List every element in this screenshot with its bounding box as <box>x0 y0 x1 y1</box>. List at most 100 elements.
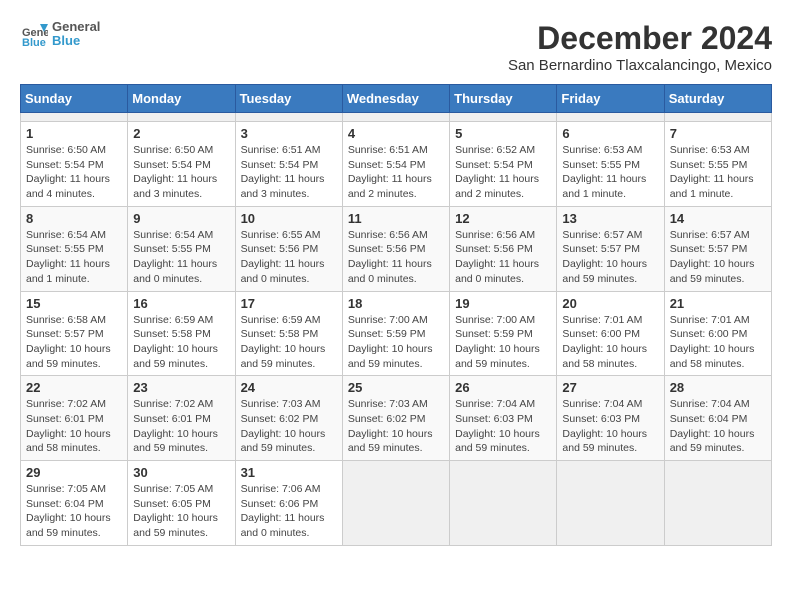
calendar-week-row <box>21 113 772 122</box>
day-content: Sunrise: 6:50 AMSunset: 5:54 PMDaylight:… <box>26 143 122 202</box>
day-content: Sunrise: 7:05 AMSunset: 6:05 PMDaylight:… <box>133 482 229 541</box>
calendar-day-cell: 28 Sunrise: 7:04 AMSunset: 6:04 PMDayligh… <box>664 376 771 461</box>
calendar-day-cell: 5 Sunrise: 6:52 AMSunset: 5:54 PMDaylight… <box>450 122 557 207</box>
day-number: 17 <box>241 296 337 311</box>
day-number: 2 <box>133 126 229 141</box>
day-content: Sunrise: 7:06 AMSunset: 6:06 PMDaylight:… <box>241 482 337 541</box>
calendar-day-cell: 29Sunrise: 7:05 AMSunset: 6:04 PMDayligh… <box>21 461 128 546</box>
calendar-day-cell: 22 Sunrise: 7:02 AMSunset: 6:01 PMDayligh… <box>21 376 128 461</box>
calendar-day-cell: 27 Sunrise: 7:04 AMSunset: 6:03 PMDayligh… <box>557 376 664 461</box>
calendar-day-cell: 31 Sunrise: 7:06 AMSunset: 6:06 PMDayligh… <box>235 461 342 546</box>
day-content: Sunrise: 6:53 AMSunset: 5:55 PMDaylight:… <box>670 143 766 202</box>
day-content: Sunrise: 7:02 AMSunset: 6:01 PMDaylight:… <box>133 397 229 456</box>
day-number: 16 <box>133 296 229 311</box>
calendar-day-cell: 11Sunrise: 6:56 AMSunset: 5:56 PMDayligh… <box>342 206 449 291</box>
day-number: 26 <box>455 380 551 395</box>
day-number: 22 <box>26 380 122 395</box>
calendar-day-cell: 2 Sunrise: 6:50 AMSunset: 5:54 PMDaylight… <box>128 122 235 207</box>
calendar-day-cell: 26 Sunrise: 7:04 AMSunset: 6:03 PMDayligh… <box>450 376 557 461</box>
day-content: Sunrise: 7:04 AMSunset: 6:04 PMDaylight:… <box>670 397 766 456</box>
calendar-day-cell: 3Sunrise: 6:51 AMSunset: 5:54 PMDaylight… <box>235 122 342 207</box>
calendar-week-row: 15 Sunrise: 6:58 AMSunset: 5:57 PMDayligh… <box>21 291 772 376</box>
day-content: Sunrise: 6:59 AMSunset: 5:58 PMDaylight:… <box>241 313 337 372</box>
calendar-day-cell <box>664 113 771 122</box>
day-of-week-header: Monday <box>128 85 235 113</box>
calendar-day-cell: 30 Sunrise: 7:05 AMSunset: 6:05 PMDayligh… <box>128 461 235 546</box>
calendar-day-cell: 25 Sunrise: 7:03 AMSunset: 6:02 PMDayligh… <box>342 376 449 461</box>
day-number: 28 <box>670 380 766 395</box>
day-of-week-header: Sunday <box>21 85 128 113</box>
calendar-day-cell <box>235 113 342 122</box>
page-subtitle: San Bernardino Tlaxcalancingo, Mexico <box>508 57 772 74</box>
day-content: Sunrise: 7:01 AMSunset: 6:00 PMDaylight:… <box>562 313 658 372</box>
day-number: 1 <box>26 126 122 141</box>
day-number: 10 <box>241 211 337 226</box>
day-content: Sunrise: 7:04 AMSunset: 6:03 PMDaylight:… <box>455 397 551 456</box>
day-number: 15 <box>26 296 122 311</box>
title-area: December 2024 San Bernardino Tlaxcalanci… <box>508 20 772 74</box>
day-content: Sunrise: 6:56 AMSunset: 5:56 PMDaylight:… <box>455 228 551 287</box>
day-number: 27 <box>562 380 658 395</box>
day-content: Sunrise: 6:53 AMSunset: 5:55 PMDaylight:… <box>562 143 658 202</box>
day-number: 24 <box>241 380 337 395</box>
logo-line1: General <box>52 20 100 34</box>
day-number: 4 <box>348 126 444 141</box>
calendar-day-cell: 8Sunrise: 6:54 AMSunset: 5:55 PMDaylight… <box>21 206 128 291</box>
calendar-week-row: 1 Sunrise: 6:50 AMSunset: 5:54 PMDaylight… <box>21 122 772 207</box>
day-number: 7 <box>670 126 766 141</box>
calendar-day-cell: 15 Sunrise: 6:58 AMSunset: 5:57 PMDayligh… <box>21 291 128 376</box>
calendar-day-cell: 16 Sunrise: 6:59 AMSunset: 5:58 PMDayligh… <box>128 291 235 376</box>
day-content: Sunrise: 7:02 AMSunset: 6:01 PMDaylight:… <box>26 397 122 456</box>
day-number: 14 <box>670 211 766 226</box>
day-content: Sunrise: 6:57 AMSunset: 5:57 PMDaylight:… <box>670 228 766 287</box>
day-number: 23 <box>133 380 229 395</box>
day-number: 12 <box>455 211 551 226</box>
day-content: Sunrise: 6:58 AMSunset: 5:57 PMDaylight:… <box>26 313 122 372</box>
calendar-day-cell <box>128 113 235 122</box>
calendar-day-cell <box>557 461 664 546</box>
day-content: Sunrise: 6:50 AMSunset: 5:54 PMDaylight:… <box>133 143 229 202</box>
day-content: Sunrise: 6:59 AMSunset: 5:58 PMDaylight:… <box>133 313 229 372</box>
calendar-day-cell: 9Sunrise: 6:54 AMSunset: 5:55 PMDaylight… <box>128 206 235 291</box>
svg-text:Blue: Blue <box>22 37 46 48</box>
day-content: Sunrise: 6:51 AMSunset: 5:54 PMDaylight:… <box>241 143 337 202</box>
calendar-day-cell <box>342 113 449 122</box>
calendar-day-cell: 17 Sunrise: 6:59 AMSunset: 5:58 PMDayligh… <box>235 291 342 376</box>
day-number: 5 <box>455 126 551 141</box>
logo-icon: General Blue <box>20 20 48 48</box>
day-content: Sunrise: 6:51 AMSunset: 5:54 PMDaylight:… <box>348 143 444 202</box>
calendar-day-cell: 12 Sunrise: 6:56 AMSunset: 5:56 PMDayligh… <box>450 206 557 291</box>
day-number: 31 <box>241 465 337 480</box>
day-number: 30 <box>133 465 229 480</box>
day-number: 13 <box>562 211 658 226</box>
calendar-day-cell: 4 Sunrise: 6:51 AMSunset: 5:54 PMDaylight… <box>342 122 449 207</box>
calendar-day-cell <box>664 461 771 546</box>
calendar-day-cell: 6Sunrise: 6:53 AMSunset: 5:55 PMDaylight… <box>557 122 664 207</box>
day-content: Sunrise: 6:54 AMSunset: 5:55 PMDaylight:… <box>26 228 122 287</box>
day-content: Sunrise: 6:55 AMSunset: 5:56 PMDaylight:… <box>241 228 337 287</box>
day-number: 21 <box>670 296 766 311</box>
calendar-day-cell: 1 Sunrise: 6:50 AMSunset: 5:54 PMDaylight… <box>21 122 128 207</box>
day-number: 20 <box>562 296 658 311</box>
calendar-day-cell <box>450 461 557 546</box>
day-content: Sunrise: 7:00 AMSunset: 5:59 PMDaylight:… <box>455 313 551 372</box>
calendar-day-cell: 24 Sunrise: 7:03 AMSunset: 6:02 PMDayligh… <box>235 376 342 461</box>
day-number: 25 <box>348 380 444 395</box>
day-content: Sunrise: 7:04 AMSunset: 6:03 PMDaylight:… <box>562 397 658 456</box>
calendar-day-cell: 20 Sunrise: 7:01 AMSunset: 6:00 PMDayligh… <box>557 291 664 376</box>
day-of-week-header: Friday <box>557 85 664 113</box>
calendar-day-cell: 21Sunrise: 7:01 AMSunset: 6:00 PMDayligh… <box>664 291 771 376</box>
day-of-week-header: Saturday <box>664 85 771 113</box>
day-of-week-header: Wednesday <box>342 85 449 113</box>
logo-line2: Blue <box>52 34 100 48</box>
day-content: Sunrise: 7:03 AMSunset: 6:02 PMDaylight:… <box>348 397 444 456</box>
calendar-day-cell: 10 Sunrise: 6:55 AMSunset: 5:56 PMDayligh… <box>235 206 342 291</box>
calendar-week-row: 29Sunrise: 7:05 AMSunset: 6:04 PMDayligh… <box>21 461 772 546</box>
day-content: Sunrise: 7:00 AMSunset: 5:59 PMDaylight:… <box>348 313 444 372</box>
day-content: Sunrise: 6:54 AMSunset: 5:55 PMDaylight:… <box>133 228 229 287</box>
day-number: 29 <box>26 465 122 480</box>
day-content: Sunrise: 7:03 AMSunset: 6:02 PMDaylight:… <box>241 397 337 456</box>
calendar-day-cell <box>450 113 557 122</box>
day-content: Sunrise: 6:52 AMSunset: 5:54 PMDaylight:… <box>455 143 551 202</box>
header: General Blue General Blue December 2024 … <box>20 20 772 74</box>
